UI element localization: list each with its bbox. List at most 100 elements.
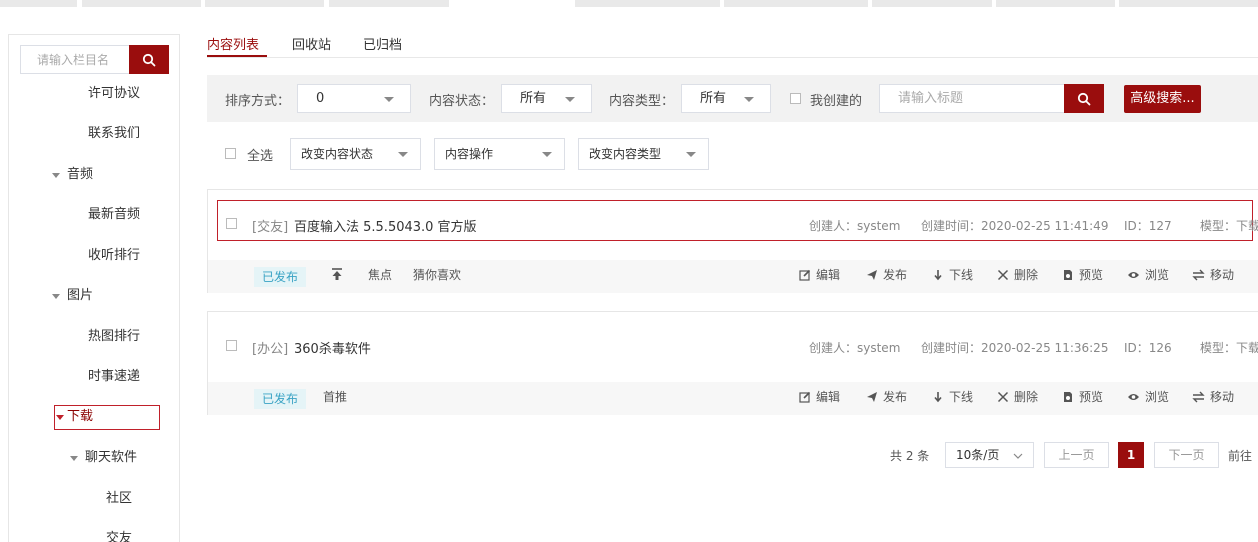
item-category: [交友] bbox=[252, 220, 289, 235]
divider bbox=[207, 57, 1258, 58]
column-search-button[interactable] bbox=[129, 45, 169, 74]
item-model: 模型：下载 bbox=[1200, 219, 1258, 233]
pin-top-icon[interactable] bbox=[330, 267, 349, 282]
preview-button[interactable]: 预览 bbox=[1062, 388, 1103, 405]
eye-icon bbox=[1128, 394, 1139, 400]
top-tab-strip bbox=[0, 0, 1258, 7]
tree-item-images[interactable]: 图片 bbox=[52, 284, 93, 308]
tree-item-audio[interactable]: 音频 bbox=[52, 163, 93, 187]
prev-page-button[interactable]: 上一页 bbox=[1044, 442, 1109, 468]
close-icon bbox=[997, 391, 1009, 403]
chevron-down-icon bbox=[565, 97, 575, 102]
top-tab[interactable] bbox=[724, 0, 868, 7]
filter-bar: 排序方式： 0 内容状态： 所有 内容类型： 所有 我创建的 高级搜索... bbox=[207, 75, 1258, 122]
title-search-button[interactable] bbox=[1064, 84, 1104, 113]
tree-item-news-flash[interactable]: 时事速递 bbox=[88, 365, 140, 389]
arrow-down-icon bbox=[934, 270, 942, 281]
search-icon bbox=[142, 53, 156, 66]
item-model: 模型：下载 bbox=[1200, 341, 1258, 355]
preview-icon bbox=[1064, 270, 1072, 280]
card-footer: 已发布 焦点 猜你喜欢 编辑 发布 下线 删除 预览 浏览 移动 bbox=[208, 260, 1258, 293]
edit-icon bbox=[799, 269, 811, 281]
top-tab[interactable] bbox=[996, 0, 1115, 7]
status-badge: 已发布 bbox=[254, 267, 307, 287]
item-id: ID：126 bbox=[1124, 341, 1172, 355]
swap-icon bbox=[1192, 269, 1205, 281]
top-tab[interactable] bbox=[575, 0, 720, 7]
tree-search bbox=[20, 45, 170, 74]
item-title[interactable]: 百度输入法 5.5.5043.0 官方版 bbox=[294, 216, 477, 235]
select-all-checkbox[interactable] bbox=[225, 148, 236, 159]
top-tab[interactable] bbox=[872, 0, 992, 7]
browse-button[interactable]: 浏览 bbox=[1127, 388, 1169, 405]
chevron-down-icon bbox=[542, 152, 552, 157]
change-status-select[interactable]: 改变内容状态 bbox=[290, 138, 421, 170]
chevron-down-icon bbox=[686, 152, 696, 157]
next-page-button[interactable]: 下一页 bbox=[1154, 442, 1219, 468]
tag-focus[interactable]: 焦点 bbox=[368, 266, 392, 283]
tree-item-download[interactable]: 下载 bbox=[54, 405, 160, 430]
select-all-label: 全选 bbox=[247, 149, 274, 164]
tree-item-contact[interactable]: 联系我们 bbox=[88, 122, 140, 146]
chevron-down-icon bbox=[384, 97, 394, 102]
status-label: 内容状态： bbox=[429, 94, 495, 109]
delete-button[interactable]: 删除 bbox=[997, 266, 1038, 283]
search-icon bbox=[1077, 92, 1091, 105]
top-tab[interactable] bbox=[0, 0, 77, 7]
tree-item-listen-rank[interactable]: 收听排行 bbox=[88, 244, 140, 268]
browse-button[interactable]: 浏览 bbox=[1127, 266, 1169, 283]
item-title[interactable]: 360杀毒软件 bbox=[294, 338, 371, 357]
edit-button[interactable]: 编辑 bbox=[799, 388, 840, 405]
change-type-select[interactable]: 改变内容类型 bbox=[578, 138, 709, 170]
card-header: [交友] 百度输入法 5.5.5043.0 官方版 创建人：system 创建时… bbox=[208, 190, 1258, 260]
top-tab[interactable] bbox=[1119, 0, 1258, 7]
top-tab[interactable] bbox=[329, 0, 449, 7]
caret-down-icon bbox=[52, 173, 60, 178]
page-number-current[interactable]: 1 bbox=[1118, 442, 1144, 468]
item-creator: 创建人：system bbox=[809, 341, 901, 355]
bulk-actions-bar: 全选 改变内容状态 内容操作 改变内容类型 bbox=[207, 138, 1258, 172]
sort-select[interactable]: 0 bbox=[297, 84, 411, 113]
item-created-time: 创建时间：2020-02-25 11:36:25 bbox=[921, 341, 1109, 355]
type-select[interactable]: 所有 bbox=[681, 84, 771, 113]
chevron-down-icon bbox=[1013, 453, 1023, 459]
edit-icon bbox=[799, 391, 811, 403]
move-button[interactable]: 移动 bbox=[1192, 388, 1234, 405]
page-size-select[interactable]: 10条/页 bbox=[945, 442, 1034, 468]
publish-button[interactable]: 发布 bbox=[866, 266, 907, 283]
delete-button[interactable]: 删除 bbox=[997, 388, 1038, 405]
advanced-search-button[interactable]: 高级搜索... bbox=[1124, 85, 1201, 113]
preview-button[interactable]: 预览 bbox=[1062, 266, 1103, 283]
offline-button[interactable]: 下线 bbox=[932, 266, 973, 283]
item-category: [办公] bbox=[252, 342, 289, 357]
type-label: 内容类型： bbox=[609, 94, 675, 109]
mine-checkbox[interactable] bbox=[790, 93, 801, 104]
tree-item-hot-images[interactable]: 热图排行 bbox=[88, 325, 140, 349]
content-card: [办公] 360杀毒软件 创建人：system 创建时间：2020-02-25 … bbox=[207, 311, 1258, 415]
item-checkbox[interactable] bbox=[226, 218, 237, 229]
sort-label: 排序方式： bbox=[225, 94, 291, 109]
item-checkbox[interactable] bbox=[226, 340, 237, 351]
edit-button[interactable]: 编辑 bbox=[799, 266, 840, 283]
column-search-input[interactable] bbox=[20, 45, 131, 74]
tag-top-pick[interactable]: 首推 bbox=[323, 388, 347, 405]
tree-item-latest-audio[interactable]: 最新音频 bbox=[88, 203, 140, 227]
eye-icon bbox=[1128, 272, 1139, 278]
top-tab[interactable] bbox=[205, 0, 324, 7]
title-search-input[interactable] bbox=[879, 84, 1065, 113]
tree-item-community[interactable]: 社区 bbox=[106, 487, 132, 511]
status-select[interactable]: 所有 bbox=[501, 84, 592, 113]
offline-button[interactable]: 下线 bbox=[932, 388, 973, 405]
swap-icon bbox=[1192, 391, 1205, 403]
caret-down-icon bbox=[56, 415, 64, 420]
tree-item-dating[interactable]: 交友 bbox=[106, 527, 132, 542]
top-tab[interactable] bbox=[82, 0, 201, 7]
publish-button[interactable]: 发布 bbox=[866, 388, 907, 405]
send-icon bbox=[867, 270, 877, 280]
tag-recommend[interactable]: 猜你喜欢 bbox=[413, 266, 461, 283]
content-ops-select[interactable]: 内容操作 bbox=[434, 138, 565, 170]
move-button[interactable]: 移动 bbox=[1192, 266, 1234, 283]
send-icon bbox=[867, 392, 877, 402]
tree-item-license[interactable]: 许可协议 bbox=[88, 82, 140, 106]
total-count: 共 2 条 bbox=[890, 449, 930, 463]
